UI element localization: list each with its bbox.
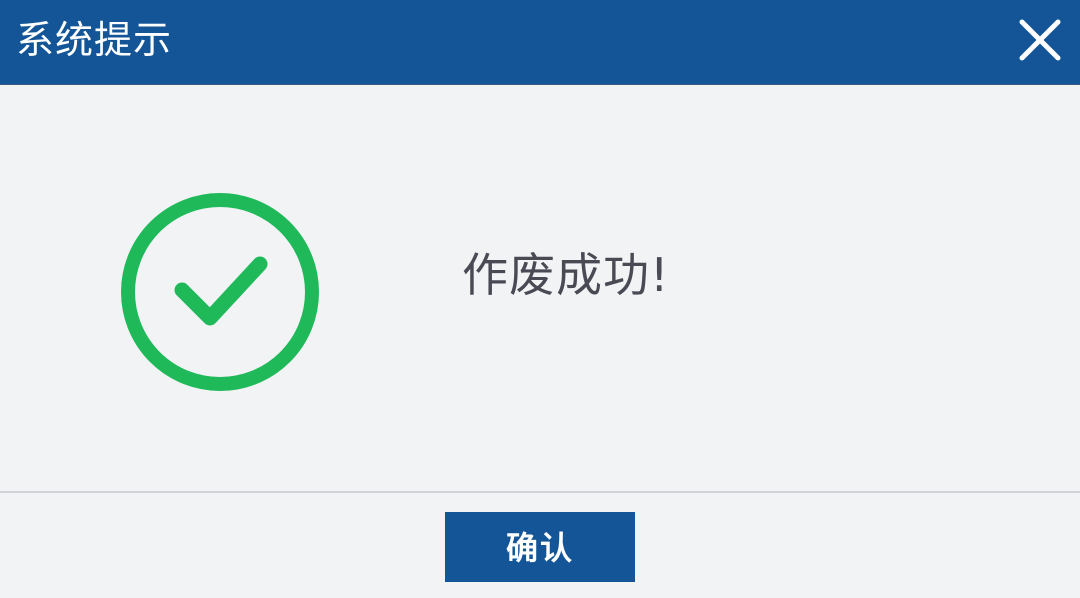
message-text: 作废成功!	[462, 248, 670, 302]
success-check-icon	[118, 190, 322, 394]
dialog-titlebar: 系统提示	[0, 0, 1080, 84]
confirm-button[interactable]: 确认	[445, 512, 635, 582]
title-divider	[0, 84, 1080, 85]
system-prompt-dialog: 系统提示 作废成功! 确认	[0, 0, 1080, 598]
close-button[interactable]	[1014, 14, 1066, 66]
close-icon	[1019, 19, 1061, 61]
footer-divider	[0, 491, 1080, 493]
dialog-title: 系统提示	[16, 18, 173, 62]
